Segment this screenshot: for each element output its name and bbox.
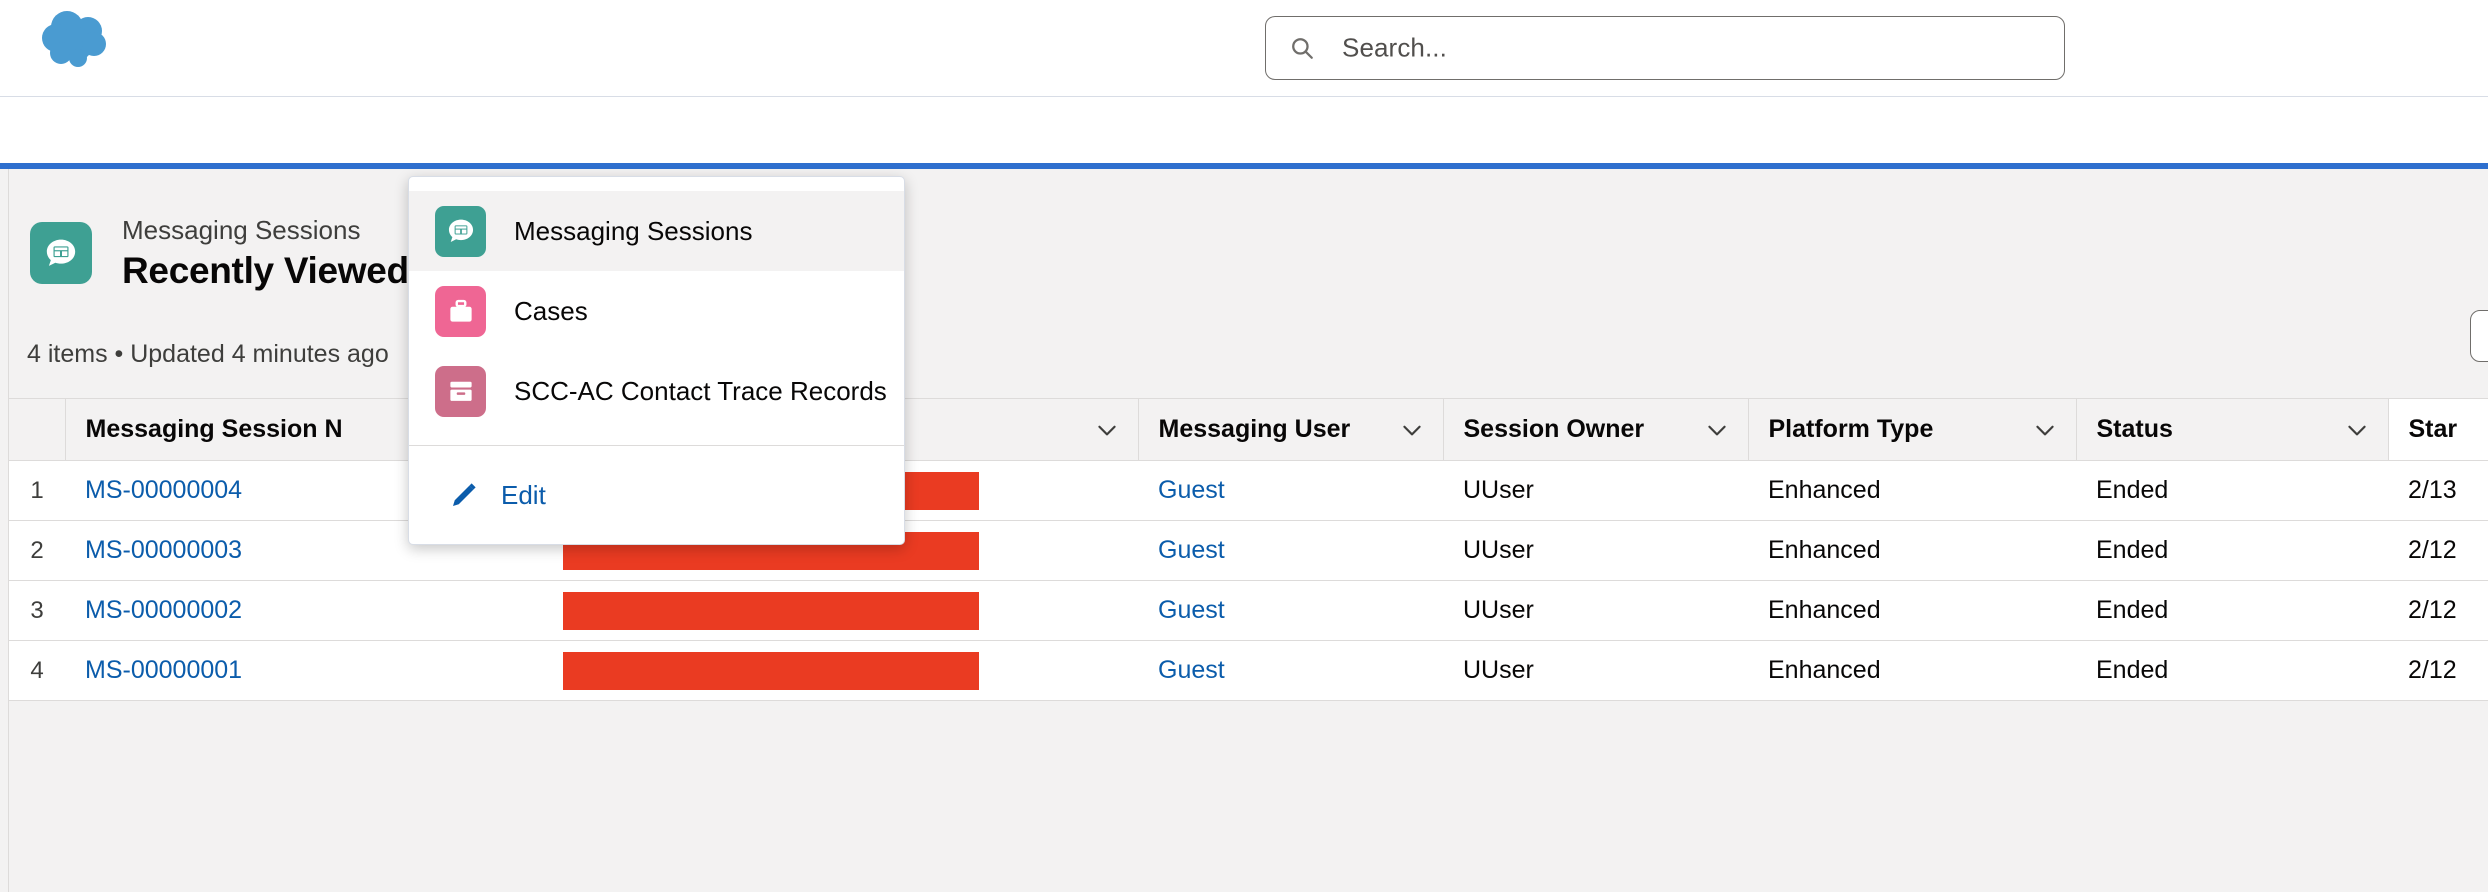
- list-header-object-name: Messaging Sessions: [122, 215, 361, 245]
- menu-item-label: Edit: [501, 479, 546, 510]
- cell-start-time: 2/12: [2388, 520, 2488, 581]
- menu-item-messaging-sessions[interactable]: Messaging Sessions: [409, 191, 904, 271]
- table-body: 1 MS-00000004 Guest UUser Enhanced Ended…: [9, 460, 2488, 701]
- column-header-label: Star: [2408, 415, 2458, 443]
- salesforce-cloud-logo[interactable]: [30, 8, 142, 80]
- chevron-down-icon[interactable]: [1704, 417, 1730, 443]
- menu-item-label: SCC-AC Contact Trace Records: [514, 375, 887, 406]
- cell-status: Ended: [2076, 460, 2388, 521]
- list-header-meta: 4 items • Updated 4 minutes ago: [27, 340, 389, 368]
- search-icon-svg: [1292, 38, 1313, 59]
- list-search-input[interactable]: [2470, 310, 2488, 362]
- cell-status: Ended: [2076, 640, 2388, 701]
- session-name-link[interactable]: MS-00000003: [85, 536, 242, 564]
- column-header-label: Messaging Session N: [85, 415, 343, 443]
- cell-redacted: [543, 580, 1138, 641]
- column-header-status[interactable]: Status: [2076, 398, 2389, 461]
- cell-platform-type: Enhanced: [1748, 640, 2076, 701]
- cell-start-time: 2/12: [2388, 640, 2488, 701]
- search-icon: [1288, 34, 1316, 62]
- cell-start-time: 2/12: [2388, 580, 2488, 641]
- session-name-link[interactable]: MS-00000001: [85, 656, 242, 684]
- cell-platform-type: Enhanced: [1748, 520, 2076, 581]
- cell-messaging-user: Guest: [1138, 520, 1443, 581]
- column-header-platform-type[interactable]: Platform Type: [1748, 398, 2077, 461]
- cell-platform-type: Enhanced: [1748, 580, 2076, 641]
- cell-status: Ended: [2076, 520, 2388, 581]
- redaction-bar: [563, 651, 979, 690]
- global-search-box[interactable]: Search...: [1265, 16, 2065, 80]
- chevron-down-icon[interactable]: [2032, 417, 2058, 443]
- table-row[interactable]: 3 MS-00000002 Guest UUser Enhanced Ended…: [9, 580, 2488, 641]
- search-input-placeholder[interactable]: Search...: [1342, 33, 1447, 64]
- messaging-session-icon-svg: [46, 239, 76, 266]
- cell-redacted: [543, 640, 1138, 701]
- messaging-user-link[interactable]: Guest: [1158, 596, 1225, 624]
- menu-item-scc-ac-contact-trace-records[interactable]: SCC-AC Contact Trace Records: [409, 351, 904, 431]
- messaging-session-icon: [30, 222, 92, 284]
- chevron-down-icon[interactable]: [1399, 417, 1425, 443]
- messaging-user-link[interactable]: Guest: [1158, 476, 1225, 504]
- case-briefcase-icon-svg: [449, 299, 472, 322]
- menu-item-label: Cases: [514, 295, 588, 326]
- cell-messaging-user: Guest: [1138, 580, 1443, 641]
- messaging-user-link[interactable]: Guest: [1158, 536, 1225, 564]
- table-header-row-group: Messaging Session N Messaging User Sessi…: [9, 398, 2488, 461]
- column-header-label: Platform Type: [1768, 415, 1934, 443]
- cell-session-owner: UUser: [1443, 460, 1748, 521]
- cell-session-owner: UUser: [1443, 640, 1748, 701]
- cell-row-number: 3: [9, 580, 65, 641]
- table-row[interactable]: 4 MS-00000001 Guest UUser Enhanced Ended…: [9, 640, 2488, 701]
- cell-row-number: 4: [9, 640, 65, 701]
- salesforce-cloud-logo-svg: [42, 11, 106, 67]
- messaging-session-icon-svg: [448, 219, 473, 242]
- navigation-bar: Messaging Sessions: [0, 97, 2488, 260]
- table-row[interactable]: 1 MS-00000004 Guest UUser Enhanced Ended…: [9, 460, 2488, 521]
- column-header-row-number: [9, 398, 66, 461]
- cell-status: Ended: [2076, 580, 2388, 641]
- chevron-down-icon[interactable]: [1094, 417, 1120, 443]
- column-header-label: Messaging User: [1158, 415, 1351, 443]
- column-header-label: Session Owner: [1463, 415, 1645, 443]
- cell-row-number: 2: [9, 520, 65, 581]
- menu-item-edit[interactable]: Edit: [409, 446, 904, 544]
- messaging-sessions-table: Messaging Session N Messaging User Sessi…: [9, 398, 2488, 701]
- cell-messaging-user: Guest: [1138, 460, 1443, 521]
- chevron-down-icon[interactable]: [2344, 417, 2370, 443]
- contact-trace-record-icon: [435, 365, 486, 417]
- list-header-title: Recently Viewed: [122, 250, 409, 291]
- cell-session-name: MS-00000002: [65, 580, 543, 641]
- column-header-session-owner[interactable]: Session Owner: [1443, 398, 1749, 461]
- nav-tab-dropdown-menu: Messaging Sessions Cases SCC-AC Contact …: [408, 176, 905, 545]
- contact-trace-record-icon-svg: [449, 381, 472, 401]
- session-name-link[interactable]: MS-00000004: [85, 476, 242, 504]
- table-header-row: Messaging Session N Messaging User Sessi…: [9, 398, 2488, 461]
- cell-start-time: 2/13: [2388, 460, 2488, 521]
- menu-item-cases[interactable]: Cases: [409, 271, 904, 351]
- redaction-bar: [563, 591, 979, 630]
- cell-platform-type: Enhanced: [1748, 460, 2076, 521]
- menu-item-label: Messaging Sessions: [514, 215, 753, 246]
- session-name-link[interactable]: MS-00000002: [85, 596, 242, 624]
- cell-session-name: MS-00000001: [65, 640, 543, 701]
- cell-session-owner: UUser: [1443, 580, 1748, 641]
- cell-messaging-user: Guest: [1138, 640, 1443, 701]
- table-row[interactable]: 2 MS-00000003 Guest UUser Enhanced Ended…: [9, 520, 2488, 581]
- case-briefcase-icon: [435, 285, 486, 337]
- messaging-user-link[interactable]: Guest: [1158, 656, 1225, 684]
- pencil-edit-icon: [449, 480, 479, 510]
- cell-row-number: 1: [9, 460, 65, 521]
- column-header-start-time[interactable]: Star: [2388, 398, 2488, 461]
- pencil-edit-icon-svg: [453, 483, 476, 506]
- messaging-session-icon: [435, 205, 486, 257]
- column-header-label: Status: [2096, 415, 2173, 443]
- column-header-messaging-user[interactable]: Messaging User: [1138, 398, 1444, 461]
- global-header: Search...: [0, 0, 2488, 97]
- cell-session-owner: UUser: [1443, 520, 1748, 581]
